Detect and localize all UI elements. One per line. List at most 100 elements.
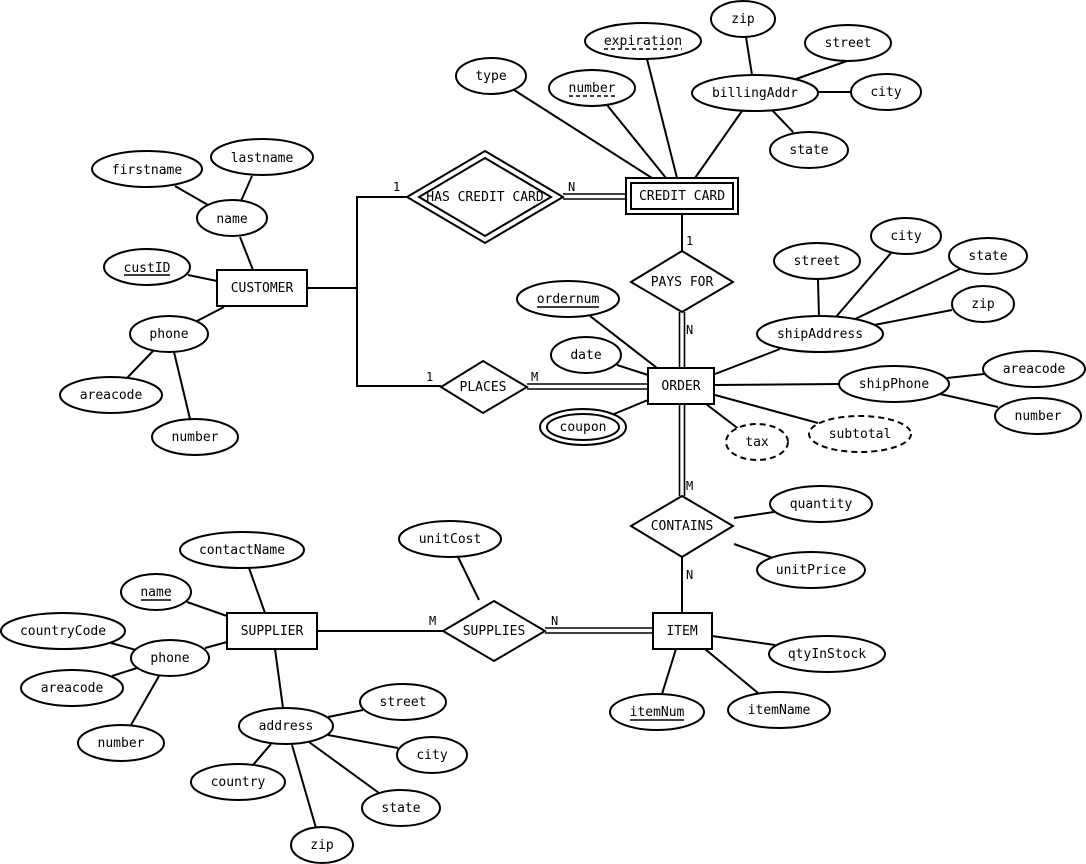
- svg-text:itemNum: itemNum: [630, 705, 685, 720]
- attribute-shipphone-number[interactable]: number: [994, 397, 1082, 435]
- line-address-street: [327, 709, 364, 718]
- entity-supplier[interactable]: SUPPLIER: [226, 612, 318, 650]
- svg-text:lastname: lastname: [231, 151, 294, 166]
- attribute-customer-custid-key[interactable]: custID: [103, 248, 191, 286]
- attribute-shipaddress-city[interactable]: city: [870, 217, 942, 255]
- line-shipareacode: [946, 373, 985, 379]
- relationship-pays-for[interactable]: PAYS FOR: [629, 249, 735, 314]
- line-address-state: [308, 741, 380, 794]
- attribute-order-coupon-multivalued[interactable]: coupon: [539, 408, 627, 446]
- entity-customer[interactable]: CUSTOMER: [216, 269, 308, 307]
- cardinality-supplier-supplies: M: [429, 614, 436, 628]
- attribute-address-zip[interactable]: zip: [290, 826, 354, 864]
- line-address-country: [252, 743, 272, 766]
- svg-text:custID: custID: [124, 261, 171, 276]
- attribute-address-city[interactable]: city: [396, 736, 468, 774]
- attribute-supplier-countrycode[interactable]: countryCode: [0, 612, 126, 650]
- attribute-customer-areacode[interactable]: areacode: [59, 376, 163, 414]
- attribute-customer-lastname[interactable]: lastname: [210, 138, 314, 176]
- attribute-address-state[interactable]: state: [361, 789, 441, 827]
- attribute-creditcard-expiration-partial-key[interactable]: expiration: [584, 22, 702, 60]
- attribute-creditcard-billingaddr[interactable]: billingAddr: [691, 74, 819, 112]
- attribute-customer-number[interactable]: number: [151, 418, 239, 456]
- svg-text:name: name: [140, 585, 171, 600]
- entity-label: CUSTOMER: [231, 281, 294, 296]
- attribute-supplier-phone[interactable]: phone: [130, 639, 210, 677]
- attribute-item-itemname[interactable]: itemName: [727, 691, 831, 729]
- attribute-billingaddr-street[interactable]: street: [804, 24, 892, 62]
- cardinality-creditcard-pays: 1: [686, 234, 693, 248]
- attribute-supplier-name-key[interactable]: name: [120, 573, 192, 611]
- attribute-customer-firstname[interactable]: firstname: [91, 150, 203, 188]
- attribute-billingaddr-zip[interactable]: zip: [710, 0, 776, 38]
- svg-text:itemName: itemName: [748, 703, 811, 718]
- attribute-supplier-contactname[interactable]: contactName: [179, 531, 305, 569]
- attribute-item-qtyinstock[interactable]: qtyInStock: [768, 635, 886, 673]
- entity-order[interactable]: ORDER: [647, 367, 715, 405]
- line-street-billingaddr: [795, 60, 848, 80]
- attribute-shipaddress-state[interactable]: state: [948, 237, 1028, 275]
- attribute-item-itemnum-key[interactable]: itemNum: [609, 693, 705, 731]
- entity-label: ORDER: [661, 379, 700, 394]
- svg-text:type: type: [475, 69, 506, 84]
- line-billingaddr-state: [771, 109, 794, 133]
- line-zip-billingaddr: [745, 36, 753, 76]
- svg-text:ordernum: ordernum: [537, 292, 600, 307]
- entity-credit-card[interactable]: CREDIT CARD: [625, 177, 739, 215]
- cardinality-pays-order: N: [686, 323, 693, 337]
- attribute-billingaddr-state[interactable]: state: [769, 131, 849, 169]
- attribute-creditcard-number-partial-key[interactable]: number: [548, 69, 636, 107]
- entity-item[interactable]: ITEM: [652, 612, 713, 650]
- relationship-has-credit-card[interactable]: HAS CREDIT CARD: [405, 149, 565, 245]
- attribute-order-shipphone[interactable]: shipPhone: [838, 365, 950, 403]
- svg-text:expiration: expiration: [604, 34, 682, 49]
- relationship-contains[interactable]: CONTAINS: [629, 494, 735, 559]
- line-name-supplier: [186, 601, 228, 617]
- attribute-order-shipaddress[interactable]: shipAddress: [756, 315, 884, 353]
- line-shipnumber: [939, 393, 999, 408]
- svg-text:city: city: [416, 748, 447, 763]
- attribute-creditcard-type[interactable]: type: [455, 57, 527, 95]
- attribute-customer-phone[interactable]: phone: [129, 315, 209, 353]
- line-order-shipphone: [714, 383, 841, 386]
- line-countrycode-phone: [110, 642, 137, 651]
- line-unitcost-supplies: [457, 556, 480, 601]
- svg-text:city: city: [870, 85, 901, 100]
- attribute-shipaddress-zip[interactable]: zip: [951, 285, 1015, 323]
- relationship-places[interactable]: PLACES: [439, 359, 529, 415]
- attribute-billingaddr-city[interactable]: city: [850, 73, 922, 111]
- attribute-order-subtotal-derived[interactable]: subtotal: [808, 415, 912, 453]
- attribute-contains-quantity[interactable]: quantity: [769, 485, 873, 523]
- attribute-shipphone-areacode[interactable]: areacode: [982, 350, 1086, 388]
- svg-text:state: state: [789, 143, 828, 158]
- svg-text:phone: phone: [150, 651, 189, 666]
- relationship-label: SUPPLIES: [463, 624, 526, 639]
- svg-text:coupon: coupon: [560, 420, 607, 435]
- line-firstname-name: [174, 185, 209, 206]
- attribute-customer-name[interactable]: name: [196, 199, 268, 237]
- entity-label: CREDIT CARD: [639, 189, 725, 204]
- attribute-shipaddress-street[interactable]: street: [773, 242, 861, 280]
- attribute-order-tax-derived[interactable]: tax: [725, 423, 789, 461]
- line-phone-supplier: [204, 641, 228, 649]
- svg-text:country: country: [211, 775, 266, 790]
- svg-text:quantity: quantity: [790, 497, 853, 512]
- cardinality-customer-places: 1: [426, 370, 433, 384]
- attribute-supplier-areacode[interactable]: areacode: [20, 669, 124, 707]
- attribute-order-ordernum-key[interactable]: ordernum: [516, 280, 620, 318]
- attribute-order-date[interactable]: date: [550, 336, 622, 374]
- attribute-supplier-address[interactable]: address: [238, 707, 334, 745]
- relationship-supplies[interactable]: SUPPLIES: [441, 599, 547, 663]
- svg-text:name: name: [216, 212, 247, 227]
- line-coupon-order: [613, 399, 649, 415]
- attribute-address-street[interactable]: street: [359, 683, 447, 721]
- relationship-label: CONTAINS: [651, 519, 714, 534]
- attribute-supplier-number[interactable]: number: [77, 724, 165, 762]
- attribute-contains-unitprice[interactable]: unitPrice: [756, 551, 866, 589]
- attribute-supplies-unitcost[interactable]: unitCost: [398, 520, 502, 558]
- line-customer-hascreditcard: [307, 196, 408, 289]
- svg-text:areacode: areacode: [41, 681, 104, 696]
- svg-text:street: street: [794, 254, 841, 269]
- attribute-address-country[interactable]: country: [190, 763, 286, 801]
- svg-text:zip: zip: [310, 838, 334, 853]
